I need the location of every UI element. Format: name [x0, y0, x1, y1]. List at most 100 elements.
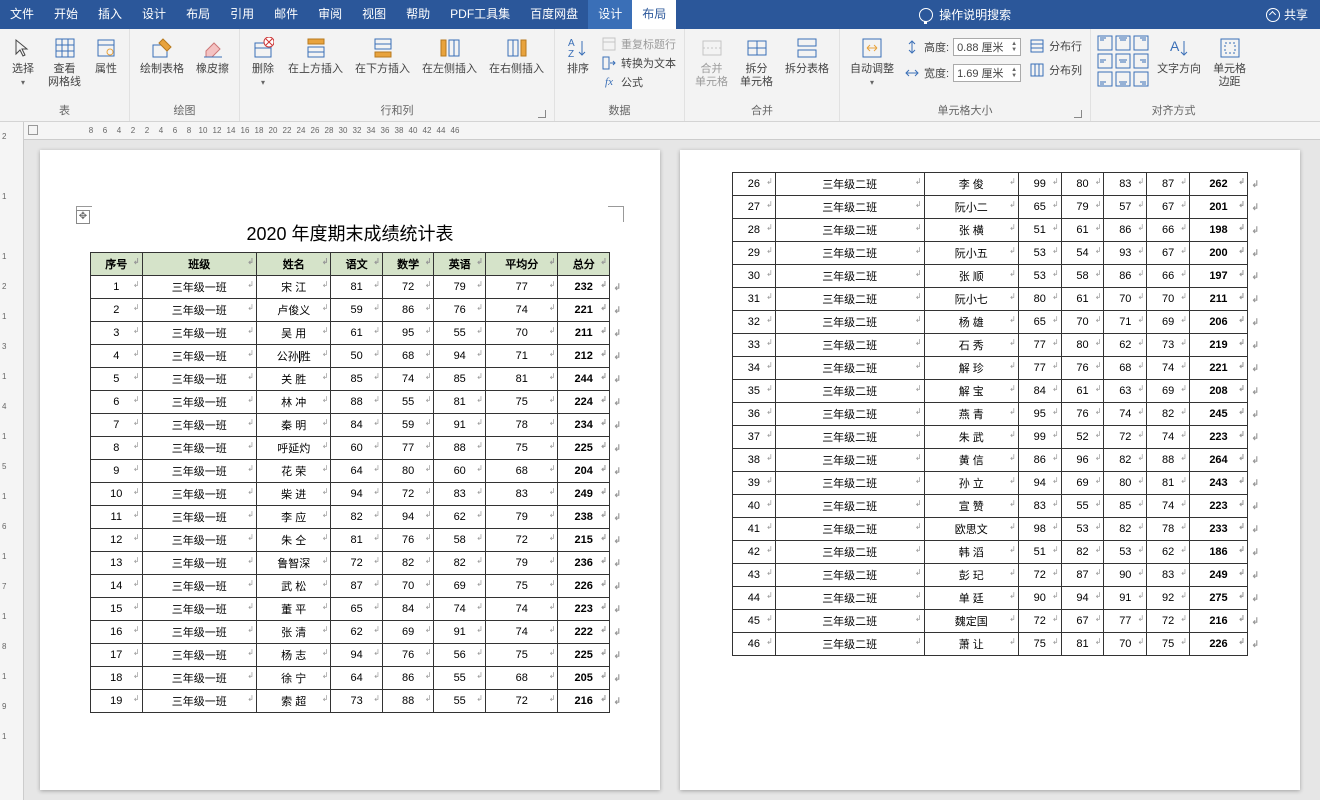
- split-cells-button[interactable]: 拆分 单元格: [736, 33, 777, 91]
- menu-tab-8[interactable]: 视图: [352, 0, 396, 29]
- page-canvas[interactable]: ✥ 2020 年度期末成绩统计表 序号↲班级↲姓名↲语文↲数学↲英语↲平均分↲总…: [24, 140, 1320, 800]
- align-top-right-button[interactable]: [1133, 35, 1149, 51]
- table-row[interactable]: 5↲三年级一班↲关 胜↲85↲74↲85↲81↲244↲↲: [91, 368, 610, 391]
- align-mid-left-button[interactable]: [1097, 53, 1113, 69]
- table-row[interactable]: 12↲三年级一班↲朱 仝↲81↲76↲58↲72↲215↲↲: [91, 529, 610, 552]
- select-button[interactable]: 选择▾: [6, 33, 40, 89]
- grades-table-continued[interactable]: 26↲三年级二班↲李 俊↲99↲80↲83↲87↲262↲↲27↲三年级二班↲阮…: [732, 172, 1248, 656]
- distribute-rows-button[interactable]: 分布行: [1027, 37, 1084, 55]
- table-row[interactable]: 33↲三年级二班↲石 秀↲77↲80↲62↲73↲219↲↲: [733, 334, 1248, 357]
- align-mid-right-button[interactable]: [1133, 53, 1149, 69]
- view-gridlines-button[interactable]: 查看 网格线: [44, 33, 85, 91]
- table-row[interactable]: 4↲三年级一班↲公孙胜↲50↲68↲94↲71↲212↲↲: [91, 345, 610, 368]
- col-width-control[interactable]: 宽度: 1.69 厘米▲▼: [902, 63, 1023, 83]
- convert-to-text-button[interactable]: 转换为文本: [599, 54, 678, 72]
- menu-tab-10[interactable]: PDF工具集: [440, 0, 520, 29]
- draw-table-button[interactable]: 绘制表格: [136, 33, 188, 78]
- table-header[interactable]: 总分↲: [558, 253, 610, 276]
- menu-tab-1[interactable]: 开始: [44, 0, 88, 29]
- table-row[interactable]: 37↲三年级二班↲朱 武↲99↲52↲72↲74↲223↲↲: [733, 426, 1248, 449]
- menu-tab-5[interactable]: 引用: [220, 0, 264, 29]
- tab-selector-icon[interactable]: [28, 125, 38, 135]
- insert-above-button[interactable]: 在上方插入: [284, 33, 347, 78]
- width-spinner[interactable]: 1.69 厘米▲▼: [953, 64, 1021, 82]
- table-row[interactable]: 11↲三年级一班↲李 应↲82↲94↲62↲79↲238↲↲: [91, 506, 610, 529]
- table-row[interactable]: 2↲三年级一班↲卢俊义↲59↲86↲76↲74↲221↲↲: [91, 299, 610, 322]
- cell-margins-button[interactable]: 单元格 边距: [1209, 33, 1250, 91]
- formula-button[interactable]: fx 公式: [599, 73, 678, 91]
- table-row[interactable]: 31↲三年级二班↲阮小七↲80↲61↲70↲70↲211↲↲: [733, 288, 1248, 311]
- table-row[interactable]: 45↲三年级二班↲魏定国↲72↲67↲77↲72↲216↲↲: [733, 610, 1248, 633]
- table-row[interactable]: 19↲三年级一班↲索 超↲73↲88↲55↲72↲216↲↲: [91, 690, 610, 713]
- insert-below-button[interactable]: 在下方插入: [351, 33, 414, 78]
- table-row[interactable]: 3↲三年级一班↲吴 用↲61↲95↲55↲70↲211↲↲: [91, 322, 610, 345]
- split-table-button[interactable]: 拆分表格: [781, 33, 833, 78]
- table-row[interactable]: 14↲三年级一班↲武 松↲87↲70↲69↲75↲226↲↲: [91, 575, 610, 598]
- table-row[interactable]: 27↲三年级二班↲阮小二↲65↲79↲57↲67↲201↲↲: [733, 196, 1248, 219]
- table-row[interactable]: 9↲三年级一班↲花 荣↲64↲80↲60↲68↲204↲↲: [91, 460, 610, 483]
- tell-me-search[interactable]: 操作说明搜索: [909, 6, 1021, 23]
- vertical-ruler[interactable]: 2112131415161718191: [0, 122, 24, 800]
- table-row[interactable]: 39↲三年级二班↲孙 立↲94↲69↲80↲81↲243↲↲: [733, 472, 1248, 495]
- align-bot-center-button[interactable]: [1115, 71, 1131, 87]
- table-header[interactable]: 英语↲: [434, 253, 486, 276]
- table-row[interactable]: 13↲三年级一班↲鲁智深↲72↲82↲82↲79↲236↲↲: [91, 552, 610, 575]
- table-row[interactable]: 43↲三年级二班↲彭 玘↲72↲87↲90↲83↲249↲↲: [733, 564, 1248, 587]
- table-row[interactable]: 7↲三年级一班↲秦 明↲84↲59↲91↲78↲234↲↲: [91, 414, 610, 437]
- table-row[interactable]: 15↲三年级一班↲董 平↲65↲84↲74↲74↲223↲↲: [91, 598, 610, 621]
- table-header[interactable]: 班级↲: [142, 253, 256, 276]
- table-row[interactable]: 28↲三年级二班↲张 横↲51↲61↲86↲66↲198↲↲: [733, 219, 1248, 242]
- dialog-launcher-icon[interactable]: [1074, 110, 1082, 118]
- table-row[interactable]: 42↲三年级二班↲韩 滔↲51↲82↲53↲62↲186↲↲: [733, 541, 1248, 564]
- align-top-left-button[interactable]: [1097, 35, 1113, 51]
- menu-tab-6[interactable]: 邮件: [264, 0, 308, 29]
- menu-tab-12[interactable]: 设计: [588, 0, 632, 29]
- menu-tab-9[interactable]: 帮助: [396, 0, 440, 29]
- table-row[interactable]: 8↲三年级一班↲呼延灼↲60↲77↲88↲75↲225↲↲: [91, 437, 610, 460]
- table-header[interactable]: 语文↲: [331, 253, 383, 276]
- table-row[interactable]: 16↲三年级一班↲张 清↲62↲69↲91↲74↲222↲↲: [91, 621, 610, 644]
- menu-tab-3[interactable]: 设计: [132, 0, 176, 29]
- table-row[interactable]: 44↲三年级二班↲单 廷↲90↲94↲91↲92↲275↲↲: [733, 587, 1248, 610]
- menu-tab-11[interactable]: 百度网盘: [520, 0, 588, 29]
- dialog-launcher-icon[interactable]: [538, 110, 546, 118]
- height-spinner[interactable]: 0.88 厘米▲▼: [953, 38, 1021, 56]
- table-move-handle[interactable]: ✥: [76, 210, 90, 224]
- sort-button[interactable]: AZ 排序: [561, 33, 595, 78]
- align-bot-right-button[interactable]: [1133, 71, 1149, 87]
- grades-table[interactable]: 序号↲班级↲姓名↲语文↲数学↲英语↲平均分↲总分↲1↲三年级一班↲宋 江↲81↲…: [90, 252, 610, 713]
- share-button[interactable]: 共享: [1254, 6, 1320, 23]
- distribute-cols-button[interactable]: 分布列: [1027, 61, 1084, 79]
- table-row[interactable]: 41↲三年级二班↲欧思文↲98↲53↲82↲78↲233↲↲: [733, 518, 1248, 541]
- table-row[interactable]: 38↲三年级二班↲黄 信↲86↲96↲82↲88↲264↲↲: [733, 449, 1248, 472]
- table-row[interactable]: 10↲三年级一班↲柴 进↲94↲72↲83↲83↲249↲↲: [91, 483, 610, 506]
- table-row[interactable]: 34↲三年级二班↲解 珍↲77↲76↲68↲74↲221↲↲: [733, 357, 1248, 380]
- menu-tab-0[interactable]: 文件: [0, 0, 44, 29]
- properties-button[interactable]: 属性: [89, 33, 123, 78]
- eraser-button[interactable]: 橡皮擦: [192, 33, 233, 78]
- insert-right-button[interactable]: 在右侧插入: [485, 33, 548, 78]
- table-header[interactable]: 数学↲: [382, 253, 434, 276]
- table-row[interactable]: 40↲三年级二班↲宣 赞↲83↲55↲85↲74↲223↲↲: [733, 495, 1248, 518]
- table-row[interactable]: 46↲三年级二班↲萧 让↲75↲81↲70↲75↲226↲↲: [733, 633, 1248, 656]
- table-row[interactable]: 18↲三年级一班↲徐 宁↲64↲86↲55↲68↲205↲↲: [91, 667, 610, 690]
- menu-tab-4[interactable]: 布局: [176, 0, 220, 29]
- table-row[interactable]: 29↲三年级二班↲阮小五↲53↲54↲93↲67↲200↲↲: [733, 242, 1248, 265]
- row-height-control[interactable]: 高度: 0.88 厘米▲▼: [902, 37, 1023, 57]
- menu-tab-7[interactable]: 审阅: [308, 0, 352, 29]
- menu-tab-2[interactable]: 插入: [88, 0, 132, 29]
- table-header[interactable]: 序号↲: [91, 253, 143, 276]
- insert-left-button[interactable]: 在左侧插入: [418, 33, 481, 78]
- horizontal-ruler[interactable]: 8642246810121416182022242628303234363840…: [24, 122, 1320, 140]
- align-top-center-button[interactable]: [1115, 35, 1131, 51]
- table-header[interactable]: 姓名↲: [257, 253, 331, 276]
- table-header[interactable]: 平均分↲: [485, 253, 558, 276]
- delete-button[interactable]: 删除▾: [246, 33, 280, 89]
- table-row[interactable]: 30↲三年级二班↲张 顺↲53↲58↲86↲66↲197↲↲: [733, 265, 1248, 288]
- table-row[interactable]: 6↲三年级一班↲林 冲↲88↲55↲81↲75↲224↲↲: [91, 391, 610, 414]
- table-row[interactable]: 17↲三年级一班↲杨 志↲94↲76↲56↲75↲225↲↲: [91, 644, 610, 667]
- text-direction-button[interactable]: A 文字方向: [1153, 33, 1205, 78]
- table-row[interactable]: 32↲三年级二班↲杨 雄↲65↲70↲71↲69↲206↲↲: [733, 311, 1248, 334]
- align-mid-center-button[interactable]: [1115, 53, 1131, 69]
- table-row[interactable]: 35↲三年级二班↲解 宝↲84↲61↲63↲69↲208↲↲: [733, 380, 1248, 403]
